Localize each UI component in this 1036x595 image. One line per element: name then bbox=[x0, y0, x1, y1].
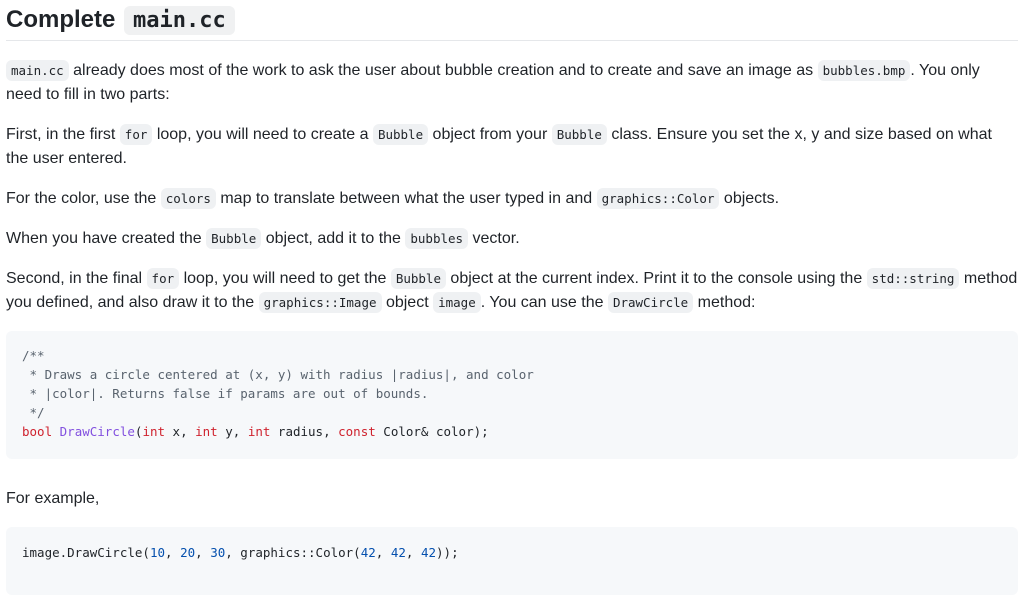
inline-code: colors bbox=[160, 188, 216, 209]
inline-code: for bbox=[146, 268, 180, 289]
code-keyword: int bbox=[247, 424, 271, 439]
code-text: Color& color); bbox=[375, 424, 489, 439]
page-heading: Complete main.cc bbox=[6, 0, 1018, 41]
code-text: radius, bbox=[270, 424, 339, 439]
inline-code: std::string bbox=[866, 268, 960, 289]
text: First, in the first bbox=[6, 126, 120, 143]
inline-code: graphics::Color bbox=[596, 188, 720, 209]
text: already does most of the work to ask the… bbox=[68, 62, 818, 79]
code-text: x, bbox=[165, 424, 196, 439]
add-bubble-paragraph: When you have created the Bubble object,… bbox=[6, 227, 1018, 251]
code-text: y, bbox=[217, 424, 248, 439]
intro-paragraph: main.cc already does most of the work to… bbox=[6, 59, 1018, 107]
code-block-drawcircle-signature: /** * Draws a circle centered at (x, y) … bbox=[6, 331, 1018, 459]
inline-code: bubbles.bmp bbox=[817, 60, 911, 81]
inline-code: Bubble bbox=[372, 124, 429, 145]
inline-code: Bubble bbox=[551, 124, 607, 145]
code-keyword: const bbox=[338, 424, 376, 439]
code-keyword: int bbox=[142, 424, 166, 439]
text: object, add it to the bbox=[261, 230, 406, 247]
text: For the color, use the bbox=[6, 190, 161, 207]
heading-code: main.cc bbox=[124, 6, 235, 35]
example-paragraph: For example, bbox=[6, 490, 100, 507]
code-comment: */ bbox=[22, 405, 45, 420]
inline-code: bubbles bbox=[405, 228, 469, 249]
second-loop-paragraph: Second, in the final for loop, you will … bbox=[6, 267, 1018, 315]
text: object from your bbox=[428, 126, 552, 143]
inline-code: graphics::Image bbox=[258, 292, 382, 313]
code-keyword: bool bbox=[22, 424, 53, 439]
text: method: bbox=[693, 294, 756, 311]
text: loop, you will need to create a bbox=[152, 126, 373, 143]
code-block-example: image.DrawCircle(10, 20, 30, graphics::C… bbox=[6, 527, 1018, 595]
text: vector. bbox=[468, 230, 520, 247]
inline-code: Bubble bbox=[206, 228, 262, 249]
text: object at the current index. Print it to… bbox=[445, 270, 867, 287]
text: . You can use the bbox=[480, 294, 608, 311]
text: objects. bbox=[719, 190, 780, 207]
text: When you have created the bbox=[6, 230, 207, 247]
code-comment: /** bbox=[22, 348, 45, 363]
inline-code: DrawCircle bbox=[607, 292, 694, 313]
inline-code: main.cc bbox=[6, 60, 69, 81]
text: loop, you will need to get the bbox=[179, 270, 391, 287]
code-comment: * |color|. Returns false if params are o… bbox=[22, 386, 429, 401]
code-keyword: int bbox=[195, 424, 218, 439]
code-comment: * Draws a circle centered at (x, y) with… bbox=[22, 367, 534, 382]
first-loop-paragraph: First, in the first for loop, you will n… bbox=[6, 123, 1018, 171]
heading-text: Complete bbox=[6, 6, 116, 33]
document: Complete main.cc main.cc already does mo… bbox=[0, 0, 1036, 595]
color-paragraph: For the color, use the colors map to tra… bbox=[6, 187, 1018, 211]
code-function: DrawCircle bbox=[59, 424, 135, 439]
text: map to translate between what the user t… bbox=[215, 190, 597, 207]
text: object bbox=[381, 294, 434, 311]
inline-code: for bbox=[119, 124, 153, 145]
inline-code: Bubble bbox=[390, 268, 446, 289]
text: Second, in the final bbox=[6, 270, 147, 287]
inline-code: image bbox=[433, 292, 481, 313]
